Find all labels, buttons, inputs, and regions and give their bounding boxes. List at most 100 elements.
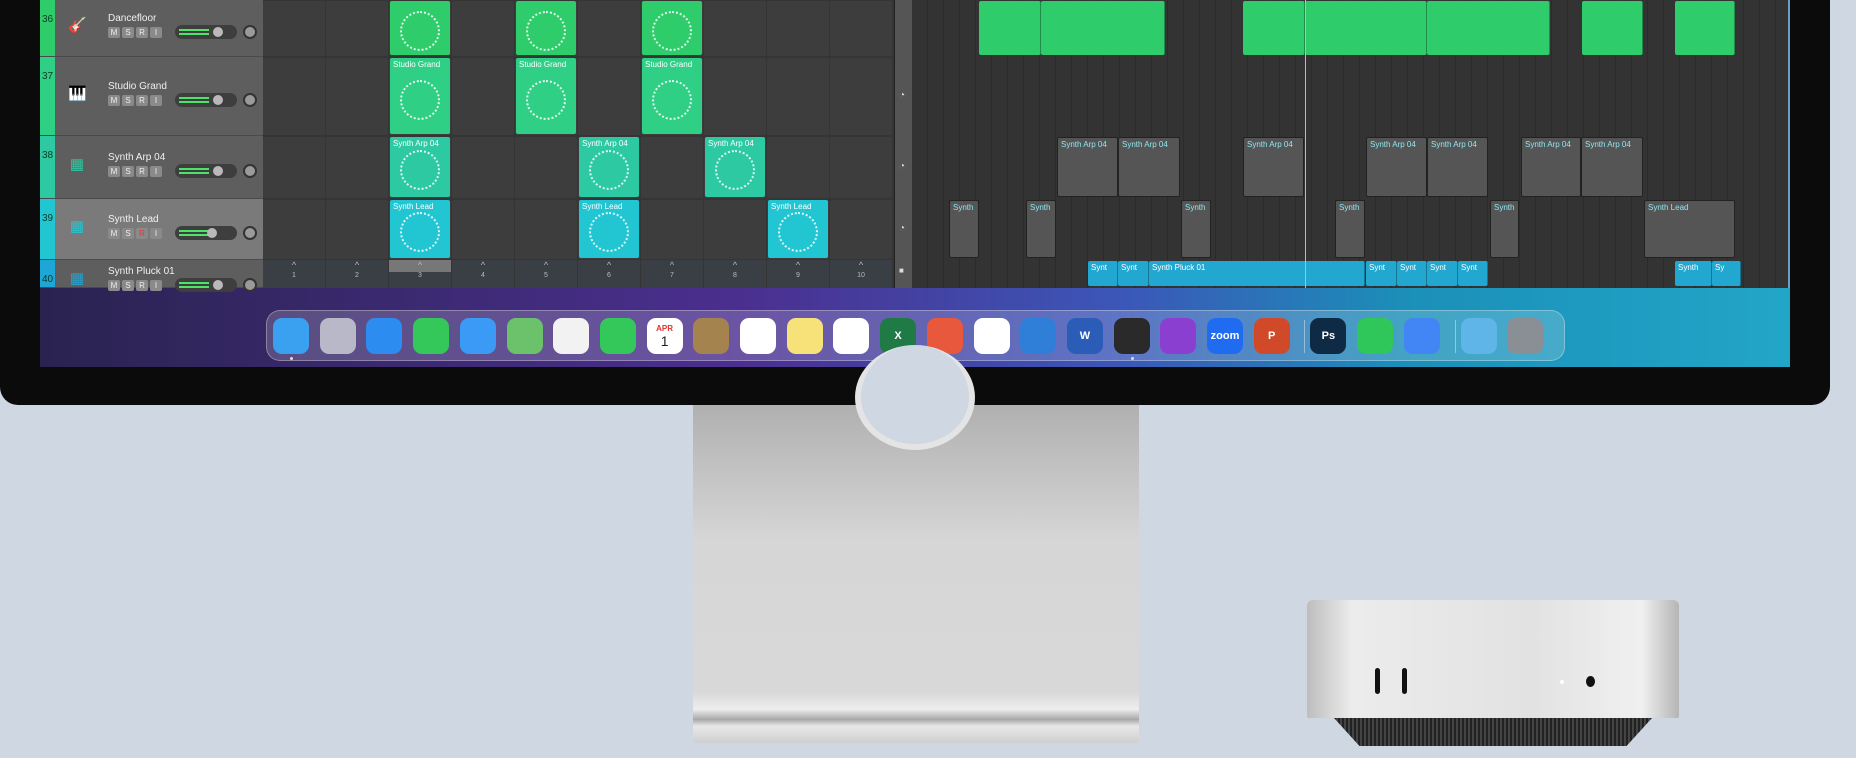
volume-fader[interactable] xyxy=(175,92,237,107)
track-m-button[interactable]: M xyxy=(108,280,120,291)
clip-slot[interactable] xyxy=(704,200,766,259)
loop-clip[interactable] xyxy=(642,1,702,55)
dock-word-icon[interactable]: W xyxy=(1066,318,1103,354)
clip-slot[interactable] xyxy=(452,137,514,198)
clip-slot[interactable] xyxy=(326,1,388,56)
dock-trash-icon[interactable] xyxy=(1507,318,1544,354)
region[interactable]: Synth xyxy=(1675,261,1712,286)
dock-safari-icon[interactable] xyxy=(366,318,403,354)
loop-clip[interactable]: Synth Arp 04 xyxy=(579,137,639,197)
region[interactable]: Sy xyxy=(1712,261,1741,286)
volume-fader[interactable] xyxy=(175,163,237,178)
dock-contacts-icon[interactable] xyxy=(693,318,730,354)
region[interactable] xyxy=(1582,1,1643,55)
track-s-button[interactable]: S xyxy=(122,26,134,38)
dock-maps-icon[interactable] xyxy=(506,318,543,354)
region[interactable] xyxy=(1675,1,1735,55)
region[interactable]: Synt xyxy=(1427,261,1458,286)
region[interactable] xyxy=(1041,1,1165,55)
pan-knob[interactable] xyxy=(243,92,257,107)
loop-clip[interactable] xyxy=(390,1,450,55)
clip-slot[interactable] xyxy=(263,1,325,56)
region[interactable]: Synth Arp 04 xyxy=(1366,137,1427,197)
clip-slot[interactable] xyxy=(641,137,703,198)
region[interactable]: Synth xyxy=(1181,200,1211,258)
track-m-button[interactable]: M xyxy=(108,165,120,177)
track-i-button[interactable]: I xyxy=(150,280,162,291)
clip-slot[interactable] xyxy=(767,1,829,56)
region[interactable]: Synth Arp 04 xyxy=(1118,137,1180,197)
region[interactable]: Synth Arp 04 xyxy=(1243,137,1304,197)
track-i-button[interactable]: I xyxy=(150,227,162,239)
loop-clip[interactable]: Synth Arp 04 xyxy=(705,137,765,197)
track-i-button[interactable]: I xyxy=(150,165,162,177)
scene-progress-icon[interactable]: ◔ xyxy=(899,161,905,172)
dock-launchpad-icon[interactable] xyxy=(319,318,356,354)
scene-trigger-6[interactable]: ^ 6 xyxy=(578,260,640,288)
dock-downloads-icon[interactable] xyxy=(1460,318,1497,354)
region[interactable]: Synth Arp 04 xyxy=(1057,137,1118,197)
dock-photoshop-icon[interactable]: Ps xyxy=(1310,318,1347,354)
dock-slack-icon[interactable] xyxy=(833,318,870,354)
loop-clip[interactable]: Synth Lead xyxy=(390,200,450,258)
dock-notes-icon[interactable] xyxy=(786,318,823,354)
region[interactable]: Synth xyxy=(1335,200,1365,258)
dock-facetime-icon[interactable] xyxy=(599,318,636,354)
pan-knob[interactable] xyxy=(243,225,257,240)
region[interactable] xyxy=(1427,1,1550,55)
region[interactable]: Synt xyxy=(1366,261,1397,286)
clip-slot[interactable] xyxy=(641,200,703,259)
dock-reminders-icon[interactable] xyxy=(740,318,776,354)
region[interactable]: Synt xyxy=(1118,261,1149,286)
clip-slot[interactable] xyxy=(578,1,640,56)
loop-clip[interactable]: Studio Grand xyxy=(390,58,450,134)
track-header-36[interactable]: 36 🎸 Dancefloor MSRI xyxy=(40,0,263,57)
scene-trigger-10[interactable]: ^ 10 xyxy=(830,260,892,288)
region[interactable]: Synth Arp 04 xyxy=(1581,137,1643,197)
clip-slot[interactable] xyxy=(452,58,514,135)
track-m-button[interactable]: M xyxy=(108,94,120,106)
region[interactable]: Synth xyxy=(949,200,979,258)
dock-powerpoint-icon[interactable]: P xyxy=(1253,318,1290,354)
volume-fader[interactable] xyxy=(175,278,237,292)
clip-slot[interactable] xyxy=(704,1,766,56)
region[interactable]: Synt xyxy=(1088,261,1118,286)
dock-logic-pro-icon[interactable] xyxy=(1113,318,1150,354)
dock-finder-icon[interactable] xyxy=(273,318,309,354)
region[interactable]: Synth xyxy=(1026,200,1056,258)
scene-trigger-8[interactable]: ^ 8 xyxy=(704,260,766,288)
clip-slot[interactable] xyxy=(263,58,325,135)
region[interactable]: Synth Arp 04 xyxy=(1427,137,1488,197)
volume-fader[interactable] xyxy=(175,24,237,39)
track-header-38[interactable]: 38 ▦ Synth Arp 04 MSRI xyxy=(40,136,263,199)
stop-icon[interactable]: ■ xyxy=(899,266,904,275)
clip-slot[interactable] xyxy=(767,58,829,135)
clip-slot[interactable] xyxy=(326,58,388,135)
track-r-button[interactable]: R xyxy=(136,94,148,106)
region[interactable] xyxy=(1305,1,1427,55)
pan-knob[interactable] xyxy=(243,278,257,292)
dock-google-docs-icon[interactable] xyxy=(1403,318,1440,354)
dock-zoom-icon[interactable]: zoom xyxy=(1207,318,1243,354)
clip-slot[interactable] xyxy=(326,200,388,259)
clip-slot[interactable] xyxy=(704,58,766,135)
track-s-button[interactable]: S xyxy=(122,165,134,177)
track-i-button[interactable]: I xyxy=(150,94,162,106)
loop-clip[interactable]: Synth Lead xyxy=(579,200,639,258)
dock-xcode-icon[interactable] xyxy=(1020,318,1057,354)
dock-photos-icon[interactable] xyxy=(553,318,590,354)
track-header-39[interactable]: 39 ▦ Synth Lead MSRI xyxy=(40,199,263,260)
track-r-button[interactable]: R xyxy=(136,227,148,239)
clip-slot[interactable] xyxy=(452,200,514,259)
loop-clip[interactable]: Studio Grand xyxy=(642,58,702,134)
dock-mail-icon[interactable] xyxy=(459,318,496,354)
clip-slot[interactable] xyxy=(830,200,892,259)
clip-slot[interactable] xyxy=(767,137,829,198)
scene-trigger-5[interactable]: ^ 5 xyxy=(515,260,577,288)
loop-clip[interactable]: Synth Lead xyxy=(768,200,828,258)
dock-calendar-icon[interactable]: APR 1 xyxy=(646,318,683,354)
track-s-button[interactable]: S xyxy=(122,94,134,106)
track-s-button[interactable]: S xyxy=(122,227,134,239)
track-header-37[interactable]: 37 🎹 Studio Grand MSRI xyxy=(40,57,263,136)
dock-whatsapp-icon[interactable] xyxy=(1357,318,1394,354)
